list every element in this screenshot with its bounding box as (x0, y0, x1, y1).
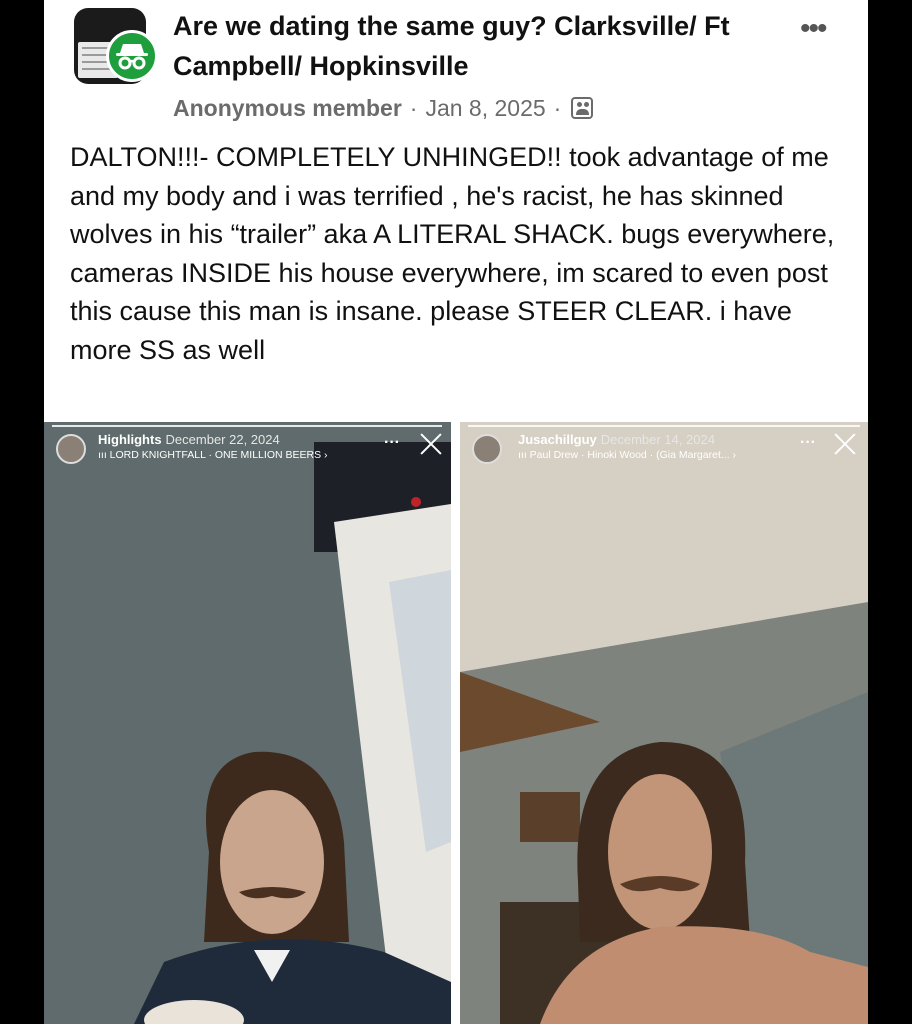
incognito-icon (106, 30, 158, 82)
more-options-icon[interactable]: ••• (800, 14, 844, 44)
close-icon[interactable] (834, 432, 856, 454)
story-music-label[interactable]: ııı LORD KNIGHTFALL · ONE MILLION BEERS … (98, 449, 328, 461)
story-screenshot-2[interactable]: Jusachillguy December 14, 2024 ııı Paul D… (460, 422, 868, 1024)
post-date[interactable]: Jan 8, 2025 (425, 95, 545, 122)
avatar[interactable] (472, 434, 502, 464)
story-date: December 22, 2024 (165, 432, 280, 447)
group-members-icon[interactable] (571, 97, 594, 119)
meta-separator: · (409, 94, 418, 121)
avatar[interactable] (56, 434, 86, 464)
facebook-group-post: Are we dating the same guy? Clarksville/… (44, 0, 868, 1024)
story-screenshot-1[interactable]: Highlights December 22, 2024 ııı LORD KNI… (44, 422, 451, 1024)
story-photo-1 (44, 422, 451, 1024)
post-body-text: DALTON!!!- COMPLETELY UNHINGED!! took ad… (70, 142, 835, 365)
story-progress-bar (52, 425, 442, 427)
story-username[interactable]: Jusachillguy December 14, 2024 (518, 432, 715, 447)
story-photo-2 (460, 422, 868, 1024)
story-username[interactable]: Highlights December 22, 2024 (98, 432, 280, 447)
post-author[interactable]: Anonymous member (173, 95, 402, 122)
story-more-icon[interactable]: ··· (800, 434, 816, 452)
story-music-label[interactable]: ııı Paul Drew · Hinoki Wood · (Gia Marga… (518, 449, 736, 461)
story-date: December 14, 2024 (600, 432, 715, 447)
story-header: Highlights December 22, 2024 ııı LORD KNI… (44, 430, 451, 470)
close-icon[interactable] (420, 432, 442, 454)
post-meta: Anonymous member · Jan 8, 2025 · (173, 92, 594, 124)
story-header: Jusachillguy December 14, 2024 ııı Paul D… (460, 430, 868, 470)
story-progress-bar (468, 425, 860, 427)
group-title[interactable]: Are we dating the same guy? Clarksville/… (173, 6, 793, 86)
story-more-icon[interactable]: ··· (384, 434, 400, 452)
meta-separator: · (553, 94, 562, 121)
